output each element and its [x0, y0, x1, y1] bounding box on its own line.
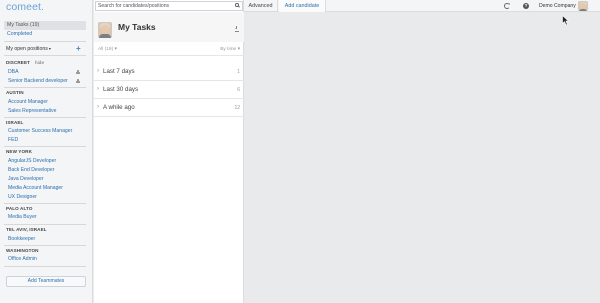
group-label-washington: WASHINGTON [6, 248, 39, 253]
task-group-count: 12 [234, 105, 240, 111]
position-item-fed[interactable]: FED [8, 137, 18, 143]
download-icon[interactable] [234, 26, 240, 32]
task-group-count: 1 [237, 69, 240, 75]
divider [4, 41, 86, 42]
group-label-israel: ISRAEL [6, 120, 24, 125]
search-input[interactable] [95, 1, 243, 11]
sort-dropdown[interactable]: By time ▾ [220, 47, 240, 52]
task-group-count: 6 [237, 87, 240, 93]
position-item-dba[interactable]: DBA [8, 69, 18, 75]
sort-dropdown-label: By time [220, 47, 237, 52]
user-avatar[interactable] [578, 1, 588, 11]
positions-dropdown-label: My open positions [6, 46, 48, 52]
sidebar-item-completed[interactable]: Completed [4, 30, 86, 39]
lock-icon [76, 70, 80, 75]
hide-link[interactable]: hide [35, 60, 44, 65]
sidebar: comeet. My Tasks (19) Completed My open … [0, 0, 93, 303]
position-item-bookkeeper[interactable]: Bookkeeper [8, 236, 35, 242]
tasks-header [94, 12, 244, 42]
chevron-right-icon: › [97, 68, 99, 74]
position-item-senior-backend-developer[interactable]: Senior Backend developer [8, 78, 68, 84]
filter-bar: All (19) ▾ By time ▾ [94, 45, 244, 56]
task-group-last-30-days[interactable]: › Last 30 days 6 [94, 81, 244, 99]
position-item-media-buyer[interactable]: Media Buyer [8, 214, 37, 220]
group-label-palo-alto: PALO ALTO [6, 206, 33, 211]
divider [4, 146, 86, 147]
avatar [98, 22, 112, 38]
add-teammates-button[interactable]: Add Teammates [6, 276, 86, 287]
position-item-media-account-manager[interactable]: Media Account Manager [8, 185, 63, 191]
mouse-cursor-icon [562, 15, 570, 26]
add-position-button[interactable]: + [76, 44, 81, 53]
help-icon[interactable]: ? [523, 3, 529, 9]
task-group-label: Last 30 days [103, 86, 139, 93]
task-group-label: Last 7 days [103, 68, 135, 75]
logo[interactable]: comeet. [6, 1, 44, 13]
task-group-a-while-ago[interactable]: › A while ago 12 [94, 99, 244, 117]
task-group-label: A while ago [103, 104, 135, 111]
caret-down-icon: ▾ [114, 47, 117, 52]
search-icon[interactable] [235, 3, 241, 8]
caret-down-icon: ▾ [237, 47, 240, 52]
lock-icon [76, 79, 80, 84]
task-group-last-7-days[interactable]: › Last 7 days 1 [94, 63, 244, 81]
caret-down-icon: ▾ [48, 46, 51, 51]
divider [4, 117, 86, 118]
position-item-sales-representative[interactable]: Sales Representative [8, 108, 56, 114]
company-name[interactable]: Demo Company [539, 3, 576, 9]
chevron-right-icon: › [97, 104, 99, 110]
group-label-tel-aviv: TEL AVIV, ISRAEL [6, 227, 47, 232]
divider [4, 87, 86, 88]
position-item-back-end-developer[interactable]: Back End Developer [8, 167, 54, 173]
position-item-office-admin[interactable]: Office Admin [8, 256, 37, 262]
position-item-customer-success-manager[interactable]: Customer Success Manager [8, 128, 72, 134]
positions-dropdown[interactable]: My open positions▾ [6, 46, 51, 52]
divider [4, 203, 86, 204]
filter-dropdown-label: All (19) [98, 47, 114, 52]
advanced-search-button[interactable]: Advanced [244, 0, 278, 12]
divider [4, 55, 86, 56]
group-label-text: DISCREET [6, 60, 31, 65]
refresh-icon[interactable] [504, 3, 510, 9]
group-label-discreet: DISCREET hide [6, 60, 44, 65]
tasks-panel: My Tasks All (19) ▾ By time ▾ › Last 7 d… [94, 0, 244, 303]
filter-dropdown[interactable]: All (19) ▾ [98, 47, 117, 52]
page-title: My Tasks [118, 22, 156, 32]
divider [4, 224, 86, 225]
group-label-austin: AUSTIN [6, 90, 24, 95]
position-item-java-developer[interactable]: Java Developer [8, 176, 43, 182]
add-candidate-button[interactable]: Add candidate [279, 0, 326, 12]
app-root: comeet. My Tasks (19) Completed My open … [0, 0, 600, 303]
position-item-ux-designer[interactable]: UX Designer [8, 194, 37, 200]
position-item-account-manager[interactable]: Account Manager [8, 99, 48, 105]
group-label-new-york: NEW YORK [6, 149, 32, 154]
divider [4, 245, 86, 246]
position-item-angularjs-developer[interactable]: AngularJS Developer [8, 158, 56, 164]
topbar: Advanced Add candidate ? Demo Company [244, 0, 600, 12]
sidebar-item-my-tasks[interactable]: My Tasks (19) [4, 21, 86, 30]
chevron-right-icon: › [97, 86, 99, 92]
divider [4, 266, 86, 267]
